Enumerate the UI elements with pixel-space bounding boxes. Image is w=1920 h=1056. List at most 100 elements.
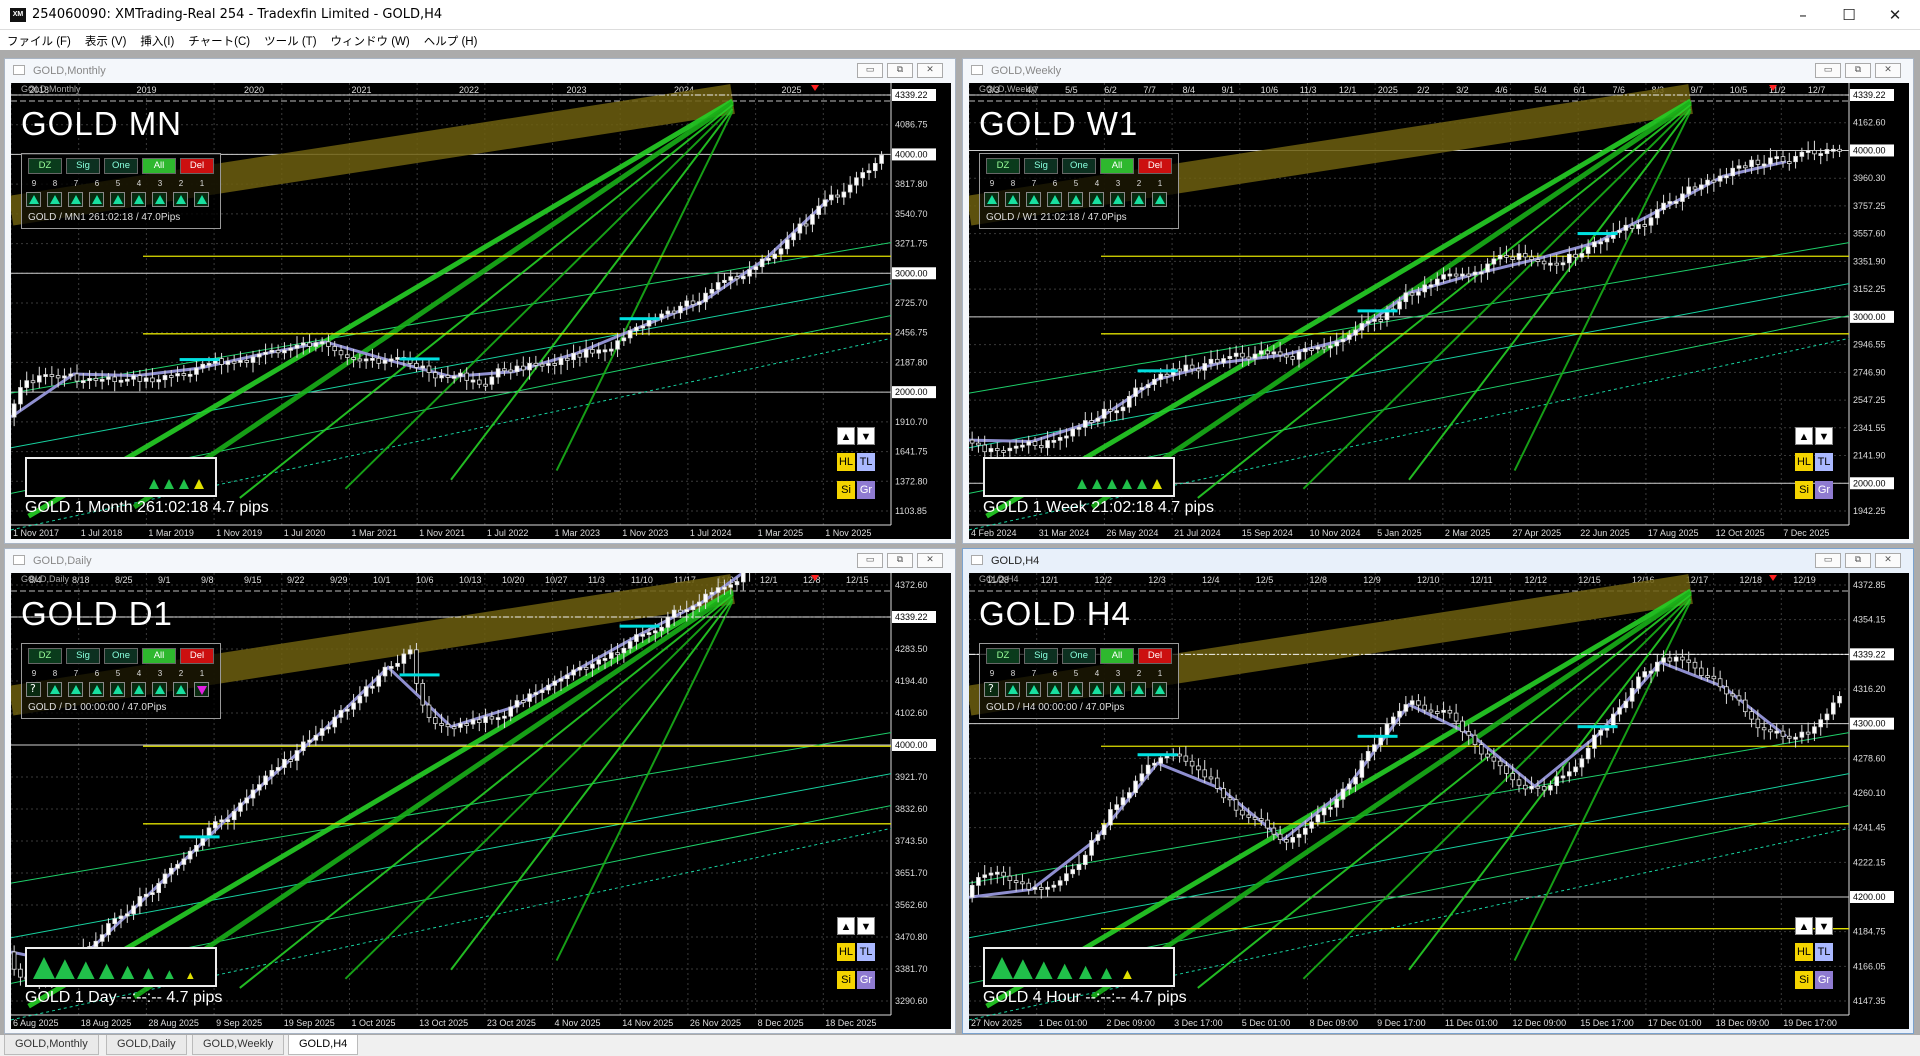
signal-up-icon[interactable]: [1068, 192, 1083, 207]
window-restore-button[interactable]: ⧉: [887, 553, 913, 568]
signal-up-icon[interactable]: [26, 192, 41, 207]
sig-button[interactable]: Sig: [66, 158, 100, 174]
minimize-button[interactable]: –: [1780, 0, 1826, 30]
dz-button[interactable]: DZ: [986, 648, 1020, 664]
window-minimize-button[interactable]: ▭: [857, 553, 883, 568]
question-icon[interactable]: [26, 682, 41, 697]
menu-window[interactable]: ウィンドウ (W): [324, 30, 417, 49]
all-button[interactable]: All: [1100, 648, 1134, 664]
signal-up-icon[interactable]: [1047, 192, 1062, 207]
one-button[interactable]: One: [1062, 158, 1096, 174]
window-close-button[interactable]: ✕: [1875, 553, 1901, 568]
signal-up-icon[interactable]: [152, 192, 167, 207]
signal-up-icon[interactable]: [1068, 682, 1083, 697]
signal-up-icon[interactable]: [1131, 682, 1146, 697]
signal-up-icon[interactable]: [194, 192, 209, 207]
signal-up-icon[interactable]: [984, 192, 999, 207]
window-minimize-button[interactable]: ▭: [857, 63, 883, 78]
signal-up-icon[interactable]: [1089, 682, 1104, 697]
window-close-button[interactable]: ✕: [917, 63, 943, 78]
tl-button[interactable]: TL: [1815, 453, 1833, 471]
dz-button[interactable]: DZ: [28, 648, 62, 664]
signal-up-icon[interactable]: [110, 682, 125, 697]
tab-gold-h4[interactable]: GOLD,H4: [288, 1035, 359, 1055]
window-minimize-button[interactable]: ▭: [1815, 553, 1841, 568]
menu-tools[interactable]: ツール (T): [257, 30, 323, 49]
signal-up-icon[interactable]: [173, 192, 188, 207]
menu-view[interactable]: 表示 (V): [78, 30, 134, 49]
scroll-up-button[interactable]: ▲: [1795, 917, 1813, 935]
hl-button[interactable]: HL: [837, 943, 855, 961]
signal-up-icon[interactable]: [1005, 192, 1020, 207]
all-button[interactable]: All: [142, 158, 176, 174]
menu-help[interactable]: ヘルプ (H): [417, 30, 485, 49]
signal-up-icon[interactable]: [89, 682, 104, 697]
signal-up-icon[interactable]: [89, 192, 104, 207]
signal-up-icon[interactable]: [1005, 682, 1020, 697]
window-minimize-button[interactable]: ▭: [1815, 63, 1841, 78]
sig-button[interactable]: Sig: [66, 648, 100, 664]
signal-up-icon[interactable]: [68, 682, 83, 697]
si-button[interactable]: Si: [1795, 481, 1813, 499]
tl-button[interactable]: TL: [857, 943, 875, 961]
gr-button[interactable]: Gr: [857, 481, 875, 499]
signal-up-icon[interactable]: [1026, 682, 1041, 697]
signal-up-icon[interactable]: [131, 682, 146, 697]
hl-button[interactable]: HL: [837, 453, 855, 471]
price-chart-weekly[interactable]: 4339.22 4162.60 4000.00 3960.30 3757.25 3557.…: [969, 83, 1909, 539]
window-restore-button[interactable]: ⧉: [1845, 553, 1871, 568]
price-chart-monthly[interactable]: 4339.22 4086.75 4000.00 3817.80 3540.70 3271.…: [11, 83, 951, 539]
si-button[interactable]: Si: [837, 971, 855, 989]
signal-up-icon[interactable]: [1089, 192, 1104, 207]
menu-insert[interactable]: 挿入(I): [133, 30, 181, 49]
scroll-down-button[interactable]: ▼: [857, 427, 875, 445]
close-button[interactable]: ✕: [1872, 0, 1918, 30]
signal-up-icon[interactable]: [1047, 682, 1062, 697]
tl-button[interactable]: TL: [1815, 943, 1833, 961]
sig-button[interactable]: Sig: [1024, 648, 1058, 664]
all-button[interactable]: All: [142, 648, 176, 664]
gr-button[interactable]: Gr: [1815, 971, 1833, 989]
hl-button[interactable]: HL: [1795, 943, 1813, 961]
signal-down-icon[interactable]: [194, 682, 209, 697]
gr-button[interactable]: Gr: [1815, 481, 1833, 499]
scroll-up-button[interactable]: ▲: [1795, 427, 1813, 445]
signal-up-icon[interactable]: [47, 192, 62, 207]
price-chart-daily[interactable]: 4372.60 4339.22 4283.50 4194.40 4102.60 4000.…: [11, 573, 951, 1029]
signal-up-icon[interactable]: [1152, 682, 1167, 697]
gr-button[interactable]: Gr: [857, 971, 875, 989]
scroll-down-button[interactable]: ▼: [1815, 917, 1833, 935]
scroll-up-button[interactable]: ▲: [837, 427, 855, 445]
dz-button[interactable]: DZ: [986, 158, 1020, 174]
signal-up-icon[interactable]: [152, 682, 167, 697]
window-close-button[interactable]: ✕: [917, 553, 943, 568]
signal-up-icon[interactable]: [68, 192, 83, 207]
window-close-button[interactable]: ✕: [1875, 63, 1901, 78]
scroll-up-button[interactable]: ▲: [837, 917, 855, 935]
signal-up-icon[interactable]: [131, 192, 146, 207]
price-chart-h4[interactable]: 4372.85 4354.15 4339.22 4316.20 4300.00 4278.…: [969, 573, 1909, 1029]
tab-gold-weekly[interactable]: GOLD,Weekly: [192, 1035, 285, 1055]
window-restore-button[interactable]: ⧉: [1845, 63, 1871, 78]
signal-up-icon[interactable]: [1152, 192, 1167, 207]
signal-up-icon[interactable]: [1131, 192, 1146, 207]
one-button[interactable]: One: [104, 158, 138, 174]
window-restore-button[interactable]: ⧉: [887, 63, 913, 78]
signal-up-icon[interactable]: [1026, 192, 1041, 207]
del-button[interactable]: Del: [180, 158, 214, 174]
hl-button[interactable]: HL: [1795, 453, 1813, 471]
scroll-down-button[interactable]: ▼: [1815, 427, 1833, 445]
sig-button[interactable]: Sig: [1024, 158, 1058, 174]
del-button[interactable]: Del: [180, 648, 214, 664]
signal-up-icon[interactable]: [1110, 682, 1125, 697]
del-button[interactable]: Del: [1138, 648, 1172, 664]
si-button[interactable]: Si: [1795, 971, 1813, 989]
all-button[interactable]: All: [1100, 158, 1134, 174]
maximize-button[interactable]: ☐: [1826, 0, 1872, 30]
signal-up-icon[interactable]: [110, 192, 125, 207]
dz-button[interactable]: DZ: [28, 158, 62, 174]
signal-up-icon[interactable]: [1110, 192, 1125, 207]
signal-up-icon[interactable]: [173, 682, 188, 697]
signal-up-icon[interactable]: [47, 682, 62, 697]
one-button[interactable]: One: [1062, 648, 1096, 664]
